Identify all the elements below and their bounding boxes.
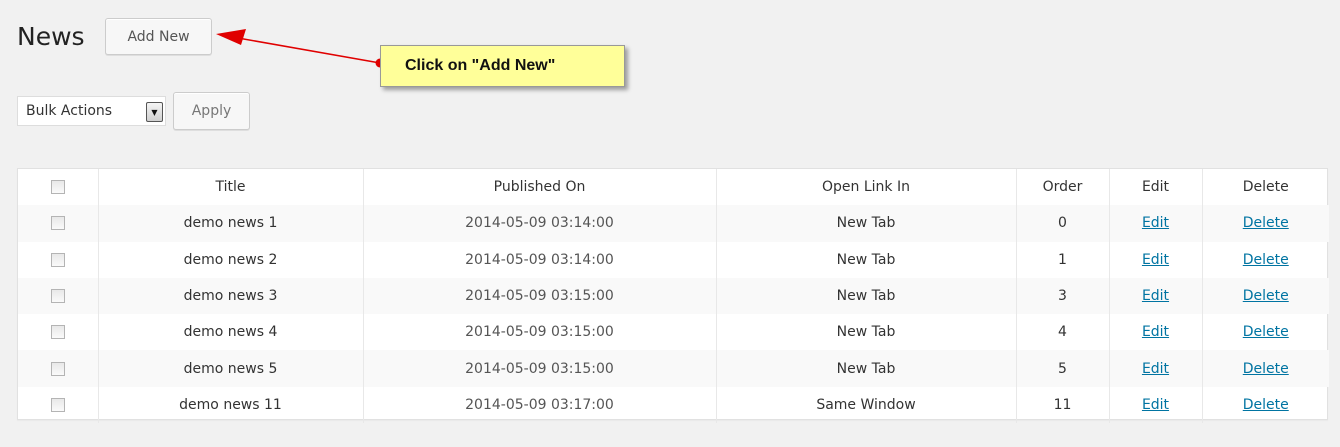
arrow-head — [216, 29, 246, 45]
row-order: 5 — [1016, 350, 1110, 387]
row-published: 2014-05-09 03:15:00 — [363, 277, 717, 315]
select-all-checkbox[interactable] — [50, 180, 65, 195]
row-title: demo news 3 — [98, 277, 364, 315]
table-row: demo news 5 2014-05-09 03:15:00 New Tab … — [18, 350, 1329, 387]
edit-link[interactable]: Edit — [1142, 397, 1169, 413]
row-published: 2014-05-09 03:17:00 — [363, 386, 717, 424]
row-open-in: New Tab — [716, 350, 1017, 387]
table-header-row: Title Published On Open Link In Order Ed… — [18, 169, 1329, 206]
select-all-cell — [18, 169, 99, 206]
row-title: demo news 4 — [98, 314, 364, 351]
row-checkbox[interactable] — [50, 361, 65, 376]
chevron-down-icon[interactable]: ▼ — [146, 102, 163, 122]
row-checkbox[interactable] — [50, 252, 65, 267]
row-checkbox[interactable] — [50, 289, 65, 304]
row-title: demo news 1 — [98, 205, 364, 242]
arrow-line — [237, 37, 381, 64]
row-published: 2014-05-09 03:15:00 — [363, 350, 717, 387]
delete-link[interactable]: Delete — [1243, 215, 1289, 231]
row-open-in: New Tab — [716, 314, 1017, 351]
row-published: 2014-05-09 03:15:00 — [363, 314, 717, 351]
edit-link[interactable]: Edit — [1142, 288, 1169, 304]
delete-link[interactable]: Delete — [1243, 324, 1289, 340]
column-header-title: Title — [98, 169, 364, 206]
table-row: demo news 11 2014-05-09 03:17:00 Same Wi… — [18, 386, 1329, 424]
column-header-edit: Edit — [1109, 169, 1203, 206]
delete-link[interactable]: Delete — [1243, 361, 1289, 377]
delete-link[interactable]: Delete — [1243, 397, 1289, 413]
row-open-in: New Tab — [716, 277, 1017, 315]
row-order: 11 — [1016, 386, 1110, 424]
table-row: demo news 2 2014-05-09 03:14:00 New Tab … — [18, 241, 1329, 278]
row-order: 3 — [1016, 277, 1110, 315]
row-open-in: New Tab — [716, 241, 1017, 278]
row-title: demo news 5 — [98, 350, 364, 387]
row-title: demo news 2 — [98, 241, 364, 278]
delete-link[interactable]: Delete — [1243, 288, 1289, 304]
edit-link[interactable]: Edit — [1142, 324, 1169, 340]
apply-button[interactable]: Apply — [173, 92, 250, 130]
row-published: 2014-05-09 03:14:00 — [363, 205, 717, 242]
bulk-actions-label: Bulk Actions — [26, 103, 113, 119]
news-table: Title Published On Open Link In Order Ed… — [17, 168, 1329, 424]
bulk-actions-select[interactable]: Bulk Actions ▼ — [17, 96, 166, 126]
table-row: demo news 1 2014-05-09 03:14:00 New Tab … — [18, 205, 1329, 242]
edit-link[interactable]: Edit — [1142, 252, 1169, 268]
row-open-in: New Tab — [716, 205, 1017, 242]
row-title: demo news 11 — [98, 386, 364, 424]
row-checkbox[interactable] — [50, 216, 65, 231]
row-order: 0 — [1016, 205, 1110, 242]
edit-link[interactable]: Edit — [1142, 215, 1169, 231]
column-header-open-link: Open Link In — [716, 169, 1017, 206]
row-open-in: Same Window — [716, 386, 1017, 424]
delete-link[interactable]: Delete — [1243, 252, 1289, 268]
table-row: demo news 3 2014-05-09 03:15:00 New Tab … — [18, 277, 1329, 315]
page-title: News — [17, 22, 85, 51]
add-new-button[interactable]: Add New — [105, 18, 212, 55]
row-published: 2014-05-09 03:14:00 — [363, 241, 717, 278]
column-header-delete: Delete — [1242, 179, 1289, 196]
row-order: 4 — [1016, 314, 1110, 351]
row-order: 1 — [1016, 241, 1110, 278]
row-checkbox[interactable] — [50, 325, 65, 340]
column-header-published: Published On — [363, 169, 717, 206]
table-row: demo news 4 2014-05-09 03:15:00 New Tab … — [18, 314, 1329, 351]
annotation-callout: Click on "Add New" — [380, 45, 625, 87]
row-checkbox[interactable] — [50, 397, 65, 412]
column-header-order: Order — [1016, 169, 1110, 206]
edit-link[interactable]: Edit — [1142, 361, 1169, 377]
